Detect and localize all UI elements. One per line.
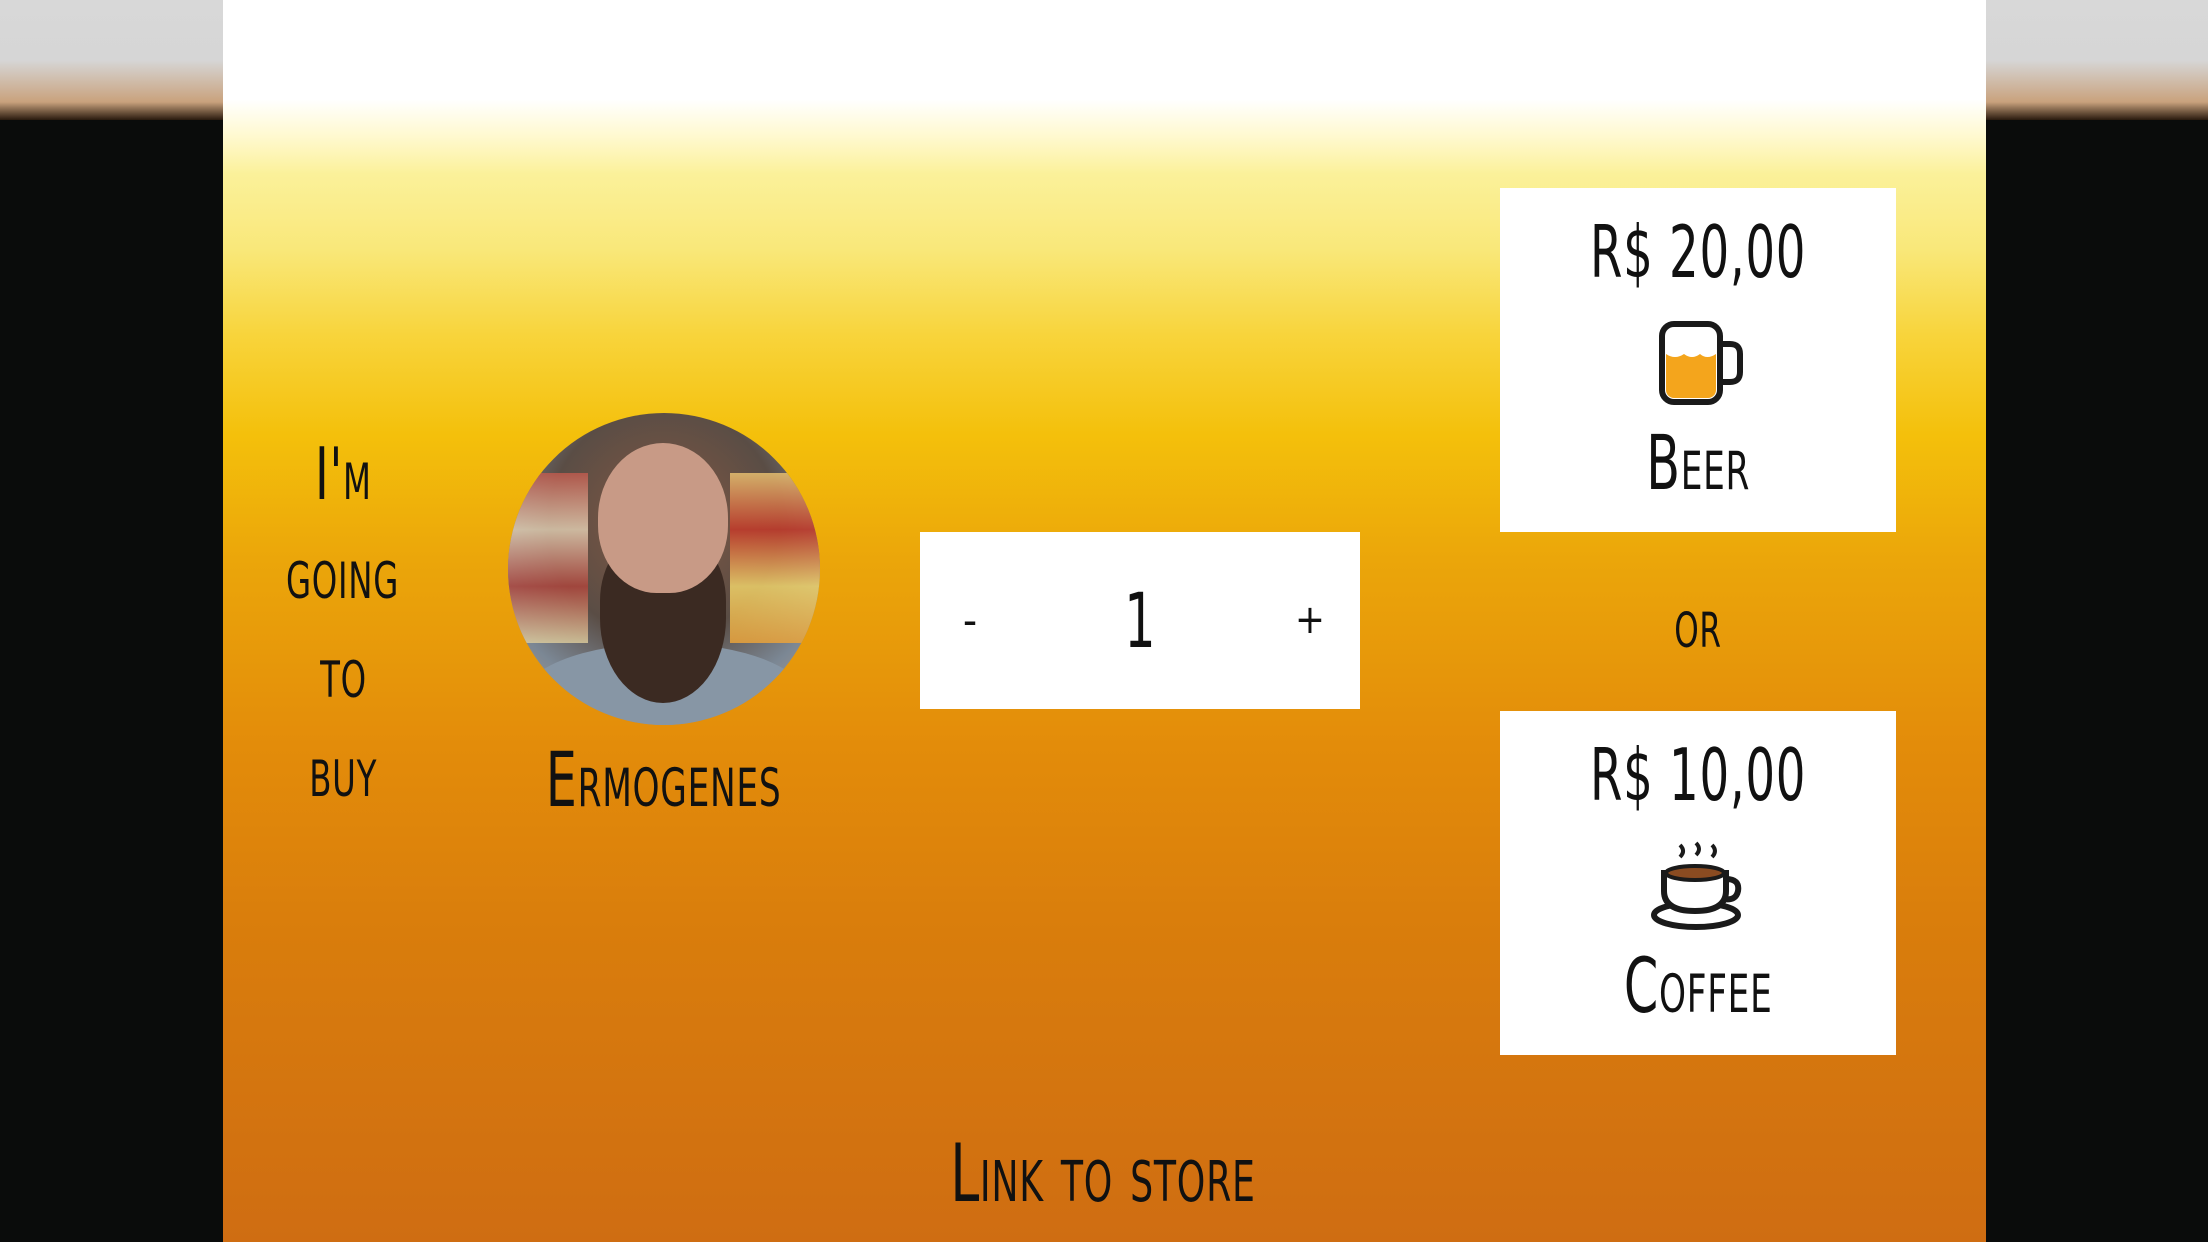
- decrement-button[interactable]: -: [940, 532, 1000, 709]
- left-backdrop: [0, 0, 223, 120]
- avatar: [508, 413, 820, 725]
- coffee-option-card[interactable]: R$ 10,00 Coffee: [1500, 711, 1896, 1055]
- quantity-value: 1: [1123, 576, 1157, 665]
- quantity-input[interactable]: 1: [1090, 532, 1190, 709]
- intro-line: going: [286, 531, 400, 615]
- increment-button[interactable]: +: [1275, 532, 1345, 709]
- beer-mug-icon: [1500, 316, 1896, 408]
- coffee-price: R$ 10,00: [1589, 733, 1807, 817]
- beer-label: Beer: [1646, 418, 1750, 507]
- coffee-label: Coffee: [1623, 941, 1773, 1030]
- store-link[interactable]: Link to store: [803, 1127, 1403, 1220]
- beer-page: I'm going to buy Ermogenes - 1 + R$ 20,0…: [223, 0, 1986, 1242]
- intro-line: I'm: [314, 432, 372, 516]
- right-backdrop: [1985, 0, 2208, 120]
- beer-option-card[interactable]: R$ 20,00 Beer: [1500, 188, 1896, 532]
- avatar-face: [598, 443, 728, 593]
- avatar-background-shelf: [508, 473, 588, 643]
- intro-text: I'm going to buy: [243, 425, 443, 821]
- beer-price: R$ 20,00: [1589, 210, 1807, 294]
- avatar-background-shelf: [730, 473, 820, 643]
- intro-line: buy: [309, 729, 377, 813]
- recipient-name-text: Ermogenes: [546, 735, 782, 824]
- recipient-name: Ermogenes: [483, 735, 845, 824]
- coffee-cup-icon: [1500, 839, 1896, 931]
- intro-line: to: [319, 630, 367, 714]
- or-separator: or: [1674, 585, 1722, 664]
- quantity-stepper: - 1 +: [920, 532, 1360, 709]
